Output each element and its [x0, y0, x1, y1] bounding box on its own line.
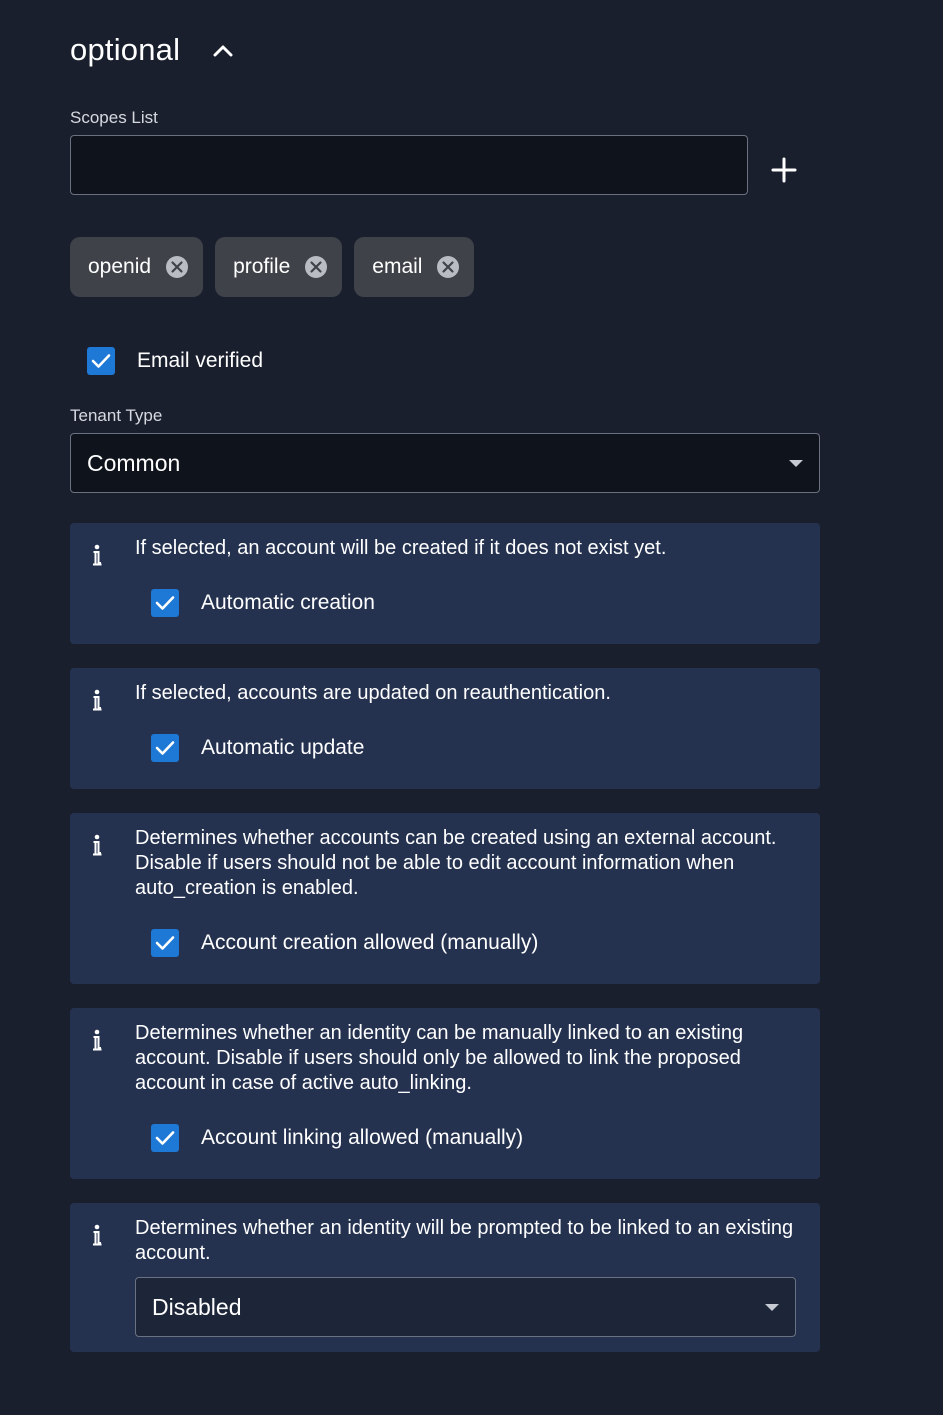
auto-creation-row: Automatic creation [151, 589, 375, 617]
scope-chip-profile: profile [215, 237, 343, 297]
chip-label: email [372, 255, 423, 278]
chip-label: openid [88, 255, 152, 278]
section-header: optional [70, 30, 238, 70]
scope-chip-openid: openid [70, 237, 204, 297]
chip-label: profile [233, 255, 291, 278]
info-text: Determines whether an identity will be p… [135, 1217, 794, 1264]
close-icon[interactable] [165, 255, 189, 279]
info-icon [93, 1224, 102, 1246]
auto-creation-checkbox[interactable] [151, 589, 179, 617]
auto-creation-card: If selected, an account will be created … [70, 523, 820, 644]
caret-down-icon [789, 459, 803, 467]
account-creation-card: Determines whether accounts can be creat… [70, 813, 820, 984]
tenant-type-select[interactable]: Common [70, 433, 820, 493]
tenant-type-value: Common [87, 449, 181, 476]
email-verified-label: Email verified [137, 349, 264, 372]
email-verified-checkbox[interactable] [87, 347, 115, 375]
auto-linking-value: Disabled [152, 1293, 242, 1320]
scopes-list-label: Scopes List [70, 108, 158, 127]
settings-panel: optional Scopes List openid profile emai… [0, 0, 943, 1415]
info-text: If selected, accounts are updated on rea… [135, 682, 611, 704]
scope-chips: openid profile email [70, 237, 475, 297]
account-linking-card: Determines whether an identity can be ma… [70, 1008, 820, 1179]
info-text: If selected, an account will be created … [135, 537, 667, 559]
info-icon [93, 834, 102, 856]
scopes-input[interactable] [70, 135, 748, 195]
plus-icon[interactable] [764, 150, 804, 190]
account-linking-checkbox[interactable] [151, 1124, 179, 1152]
account-creation-row: Account creation allowed (manually) [151, 929, 538, 957]
chevron-up-icon[interactable] [208, 35, 238, 65]
caret-down-icon [765, 1303, 779, 1311]
info-icon [93, 689, 102, 711]
tenant-type-label: Tenant Type [70, 406, 163, 425]
auto-update-label: Automatic update [201, 736, 365, 759]
close-icon[interactable] [436, 255, 460, 279]
account-linking-row: Account linking allowed (manually) [151, 1124, 523, 1152]
auto-linking-card: Determines whether an identity will be p… [70, 1203, 820, 1352]
info-text: Determines whether accounts can be creat… [135, 827, 777, 899]
auto-linking-select[interactable]: Disabled [135, 1277, 796, 1337]
account-linking-label: Account linking allowed (manually) [201, 1126, 524, 1149]
auto-update-card: If selected, accounts are updated on rea… [70, 668, 820, 789]
auto-creation-label: Automatic creation [201, 591, 375, 614]
account-creation-label: Account creation allowed (manually) [201, 931, 539, 954]
auto-update-checkbox[interactable] [151, 734, 179, 762]
info-icon [93, 544, 102, 566]
scope-chip-email: email [354, 237, 475, 297]
auto-update-row: Automatic update [151, 734, 364, 762]
close-icon[interactable] [304, 255, 328, 279]
info-text: Determines whether an identity can be ma… [135, 1022, 744, 1094]
email-verified-row: Email verified [87, 347, 263, 375]
account-creation-checkbox[interactable] [151, 929, 179, 957]
info-icon [93, 1029, 102, 1051]
section-title: optional [70, 32, 181, 67]
